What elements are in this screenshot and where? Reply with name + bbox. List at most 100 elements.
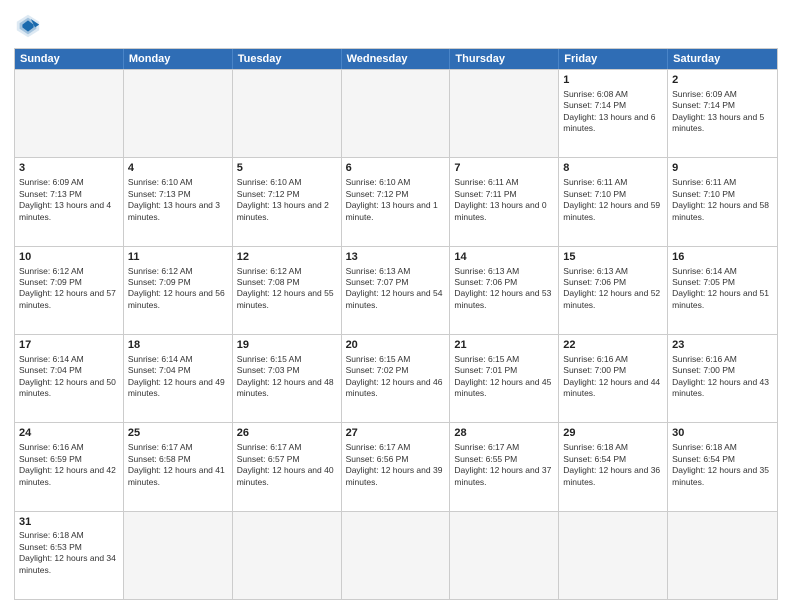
calendar-cell: 14Sunrise: 6:13 AMSunset: 7:06 PMDayligh… — [450, 247, 559, 334]
day-info: Sunrise: 6:15 AMSunset: 7:03 PMDaylight:… — [237, 354, 334, 398]
calendar-cell — [15, 70, 124, 157]
calendar-cell: 8Sunrise: 6:11 AMSunset: 7:10 PMDaylight… — [559, 158, 668, 245]
header-cell-sunday: Sunday — [15, 49, 124, 69]
calendar-cell: 29Sunrise: 6:18 AMSunset: 6:54 PMDayligh… — [559, 423, 668, 510]
day-number: 27 — [346, 426, 446, 441]
calendar-cell: 4Sunrise: 6:10 AMSunset: 7:13 PMDaylight… — [124, 158, 233, 245]
day-info: Sunrise: 6:18 AMSunset: 6:54 PMDaylight:… — [672, 442, 769, 486]
day-number: 26 — [237, 426, 337, 441]
day-info: Sunrise: 6:17 AMSunset: 6:56 PMDaylight:… — [346, 442, 443, 486]
calendar-cell — [233, 512, 342, 599]
calendar-row-0: 1Sunrise: 6:08 AMSunset: 7:14 PMDaylight… — [15, 69, 777, 157]
calendar-row-3: 17Sunrise: 6:14 AMSunset: 7:04 PMDayligh… — [15, 334, 777, 422]
calendar-cell: 18Sunrise: 6:14 AMSunset: 7:04 PMDayligh… — [124, 335, 233, 422]
calendar-cell: 27Sunrise: 6:17 AMSunset: 6:56 PMDayligh… — [342, 423, 451, 510]
day-info: Sunrise: 6:15 AMSunset: 7:02 PMDaylight:… — [346, 354, 443, 398]
day-info: Sunrise: 6:10 AMSunset: 7:13 PMDaylight:… — [128, 177, 220, 221]
day-info: Sunrise: 6:14 AMSunset: 7:04 PMDaylight:… — [128, 354, 225, 398]
header-cell-friday: Friday — [559, 49, 668, 69]
calendar-cell: 2Sunrise: 6:09 AMSunset: 7:14 PMDaylight… — [668, 70, 777, 157]
calendar-cell: 13Sunrise: 6:13 AMSunset: 7:07 PMDayligh… — [342, 247, 451, 334]
header-cell-saturday: Saturday — [668, 49, 777, 69]
calendar-header-row: SundayMondayTuesdayWednesdayThursdayFrid… — [15, 49, 777, 69]
day-info: Sunrise: 6:11 AMSunset: 7:10 PMDaylight:… — [563, 177, 660, 221]
calendar-cell: 10Sunrise: 6:12 AMSunset: 7:09 PMDayligh… — [15, 247, 124, 334]
calendar-cell: 20Sunrise: 6:15 AMSunset: 7:02 PMDayligh… — [342, 335, 451, 422]
page: SundayMondayTuesdayWednesdayThursdayFrid… — [0, 0, 792, 612]
logo-icon — [14, 12, 42, 40]
day-info: Sunrise: 6:18 AMSunset: 6:54 PMDaylight:… — [563, 442, 660, 486]
day-info: Sunrise: 6:12 AMSunset: 7:09 PMDaylight:… — [128, 266, 225, 310]
day-info: Sunrise: 6:16 AMSunset: 7:00 PMDaylight:… — [672, 354, 769, 398]
day-info: Sunrise: 6:18 AMSunset: 6:53 PMDaylight:… — [19, 530, 116, 574]
calendar-body: 1Sunrise: 6:08 AMSunset: 7:14 PMDaylight… — [15, 69, 777, 599]
day-info: Sunrise: 6:13 AMSunset: 7:06 PMDaylight:… — [563, 266, 660, 310]
calendar-cell: 26Sunrise: 6:17 AMSunset: 6:57 PMDayligh… — [233, 423, 342, 510]
calendar-row-1: 3Sunrise: 6:09 AMSunset: 7:13 PMDaylight… — [15, 157, 777, 245]
header-cell-thursday: Thursday — [450, 49, 559, 69]
calendar-cell — [342, 70, 451, 157]
day-number: 20 — [346, 338, 446, 353]
calendar-cell: 6Sunrise: 6:10 AMSunset: 7:12 PMDaylight… — [342, 158, 451, 245]
calendar-cell: 23Sunrise: 6:16 AMSunset: 7:00 PMDayligh… — [668, 335, 777, 422]
day-number: 5 — [237, 161, 337, 176]
calendar-cell: 21Sunrise: 6:15 AMSunset: 7:01 PMDayligh… — [450, 335, 559, 422]
day-number: 25 — [128, 426, 228, 441]
day-number: 10 — [19, 250, 119, 265]
logo — [14, 12, 46, 40]
day-info: Sunrise: 6:15 AMSunset: 7:01 PMDaylight:… — [454, 354, 551, 398]
day-number: 22 — [563, 338, 663, 353]
day-info: Sunrise: 6:12 AMSunset: 7:08 PMDaylight:… — [237, 266, 334, 310]
day-info: Sunrise: 6:10 AMSunset: 7:12 PMDaylight:… — [237, 177, 329, 221]
day-info: Sunrise: 6:16 AMSunset: 6:59 PMDaylight:… — [19, 442, 116, 486]
calendar-cell: 31Sunrise: 6:18 AMSunset: 6:53 PMDayligh… — [15, 512, 124, 599]
day-number: 11 — [128, 250, 228, 265]
day-number: 15 — [563, 250, 663, 265]
day-number: 29 — [563, 426, 663, 441]
day-number: 12 — [237, 250, 337, 265]
calendar-row-5: 31Sunrise: 6:18 AMSunset: 6:53 PMDayligh… — [15, 511, 777, 599]
day-number: 18 — [128, 338, 228, 353]
day-number: 19 — [237, 338, 337, 353]
calendar-cell: 28Sunrise: 6:17 AMSunset: 6:55 PMDayligh… — [450, 423, 559, 510]
calendar-cell: 9Sunrise: 6:11 AMSunset: 7:10 PMDaylight… — [668, 158, 777, 245]
calendar-cell: 16Sunrise: 6:14 AMSunset: 7:05 PMDayligh… — [668, 247, 777, 334]
day-number: 9 — [672, 161, 773, 176]
calendar-cell: 5Sunrise: 6:10 AMSunset: 7:12 PMDaylight… — [233, 158, 342, 245]
calendar-cell — [233, 70, 342, 157]
day-info: Sunrise: 6:17 AMSunset: 6:55 PMDaylight:… — [454, 442, 551, 486]
header-cell-monday: Monday — [124, 49, 233, 69]
day-number: 28 — [454, 426, 554, 441]
day-info: Sunrise: 6:09 AMSunset: 7:13 PMDaylight:… — [19, 177, 111, 221]
day-info: Sunrise: 6:17 AMSunset: 6:58 PMDaylight:… — [128, 442, 225, 486]
day-number: 30 — [672, 426, 773, 441]
day-number: 3 — [19, 161, 119, 176]
calendar-cell — [342, 512, 451, 599]
calendar-cell: 12Sunrise: 6:12 AMSunset: 7:08 PMDayligh… — [233, 247, 342, 334]
day-info: Sunrise: 6:16 AMSunset: 7:00 PMDaylight:… — [563, 354, 660, 398]
day-info: Sunrise: 6:09 AMSunset: 7:14 PMDaylight:… — [672, 89, 764, 133]
day-info: Sunrise: 6:14 AMSunset: 7:05 PMDaylight:… — [672, 266, 769, 310]
header — [14, 12, 778, 40]
calendar-cell — [668, 512, 777, 599]
calendar-cell: 1Sunrise: 6:08 AMSunset: 7:14 PMDaylight… — [559, 70, 668, 157]
day-number: 16 — [672, 250, 773, 265]
day-number: 23 — [672, 338, 773, 353]
calendar-cell: 24Sunrise: 6:16 AMSunset: 6:59 PMDayligh… — [15, 423, 124, 510]
day-info: Sunrise: 6:17 AMSunset: 6:57 PMDaylight:… — [237, 442, 334, 486]
calendar-cell — [559, 512, 668, 599]
day-number: 8 — [563, 161, 663, 176]
day-info: Sunrise: 6:13 AMSunset: 7:07 PMDaylight:… — [346, 266, 443, 310]
calendar-cell: 22Sunrise: 6:16 AMSunset: 7:00 PMDayligh… — [559, 335, 668, 422]
calendar-cell: 25Sunrise: 6:17 AMSunset: 6:58 PMDayligh… — [124, 423, 233, 510]
calendar-cell: 19Sunrise: 6:15 AMSunset: 7:03 PMDayligh… — [233, 335, 342, 422]
day-number: 2 — [672, 73, 773, 88]
calendar-row-2: 10Sunrise: 6:12 AMSunset: 7:09 PMDayligh… — [15, 246, 777, 334]
calendar-cell: 11Sunrise: 6:12 AMSunset: 7:09 PMDayligh… — [124, 247, 233, 334]
day-info: Sunrise: 6:08 AMSunset: 7:14 PMDaylight:… — [563, 89, 655, 133]
day-info: Sunrise: 6:12 AMSunset: 7:09 PMDaylight:… — [19, 266, 116, 310]
calendar-cell — [124, 70, 233, 157]
calendar-cell: 3Sunrise: 6:09 AMSunset: 7:13 PMDaylight… — [15, 158, 124, 245]
day-info: Sunrise: 6:11 AMSunset: 7:11 PMDaylight:… — [454, 177, 546, 221]
day-info: Sunrise: 6:13 AMSunset: 7:06 PMDaylight:… — [454, 266, 551, 310]
